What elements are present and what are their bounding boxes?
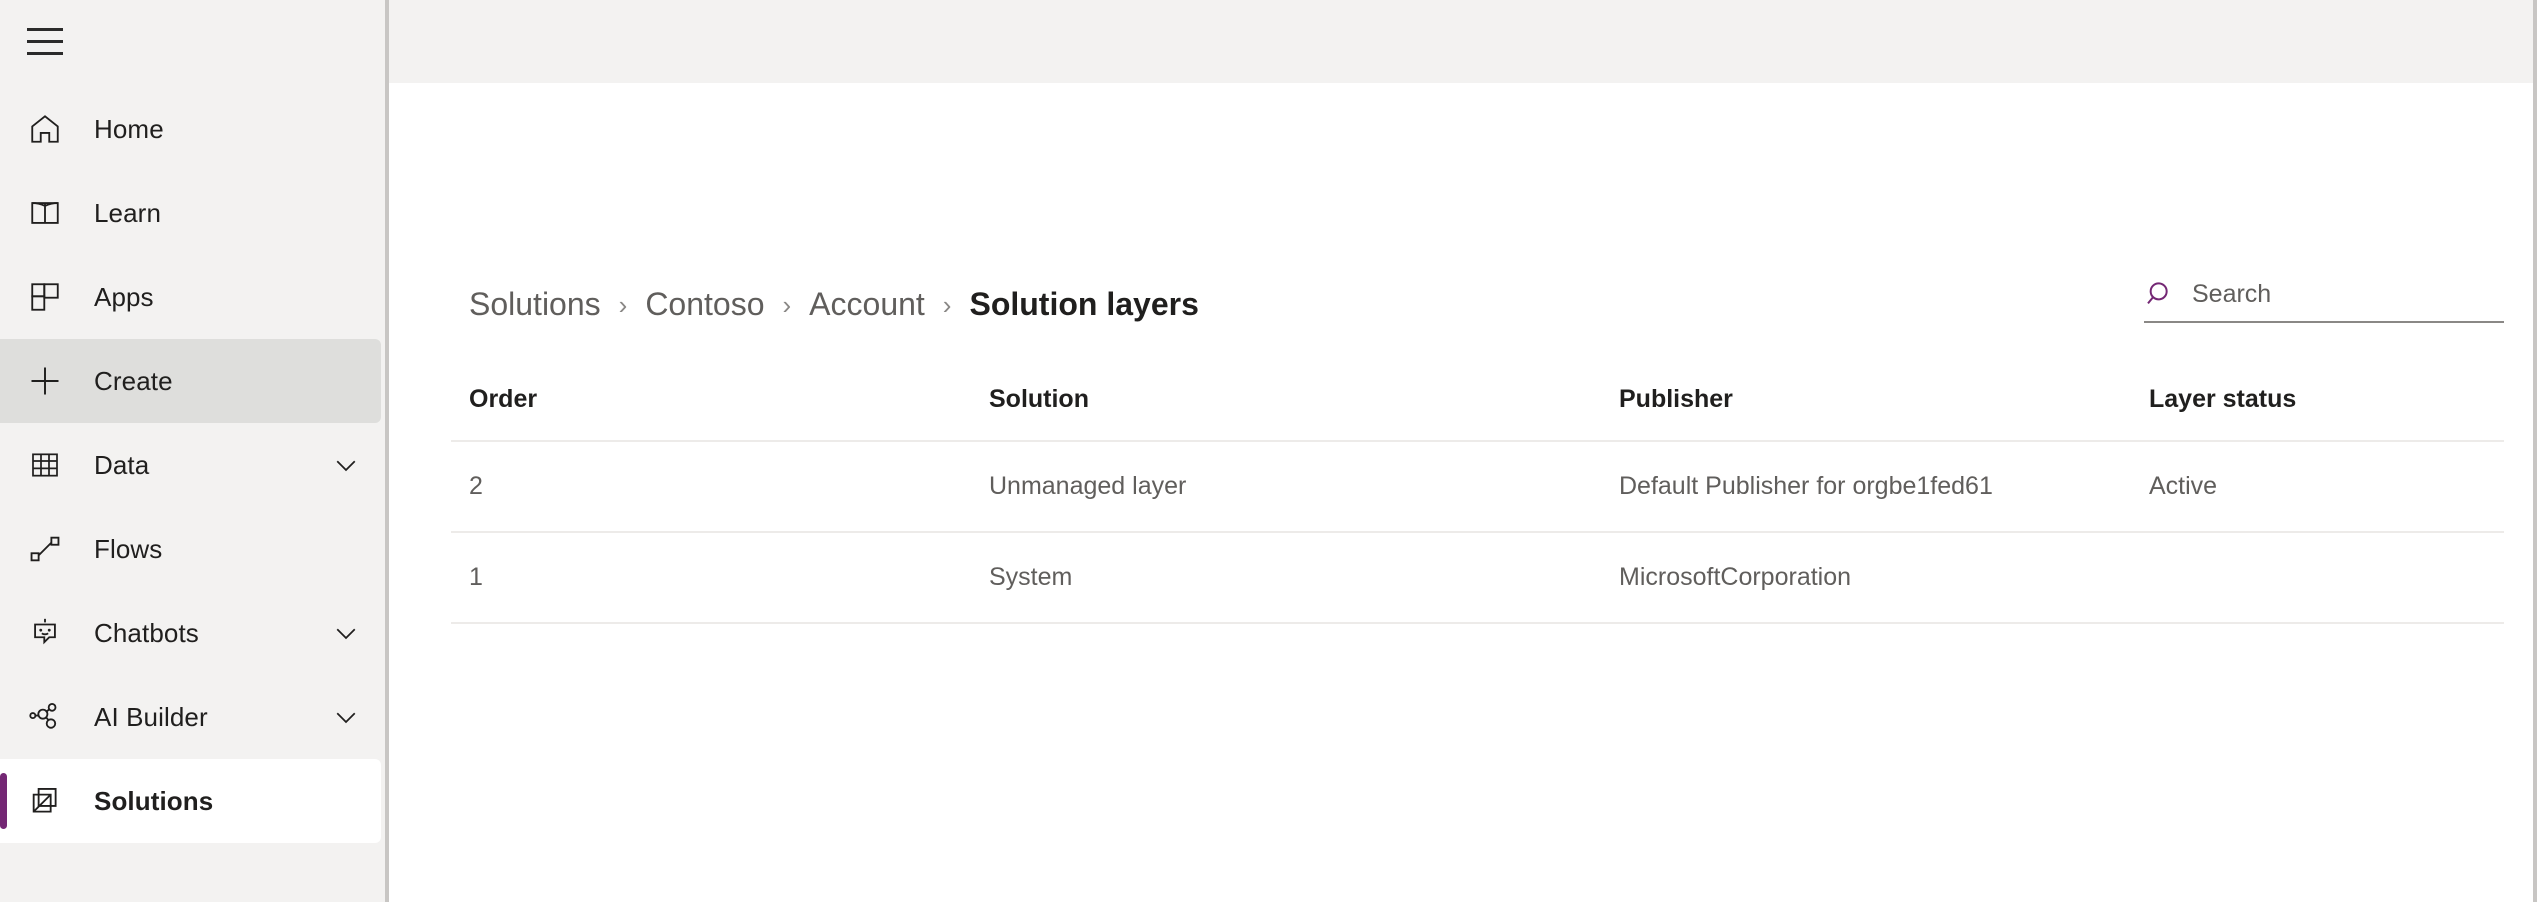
sidebar-item-label: AI Builder — [94, 702, 208, 733]
cell-solution: System — [971, 532, 1601, 623]
app-window: Home Learn — [0, 0, 2537, 902]
cell-order: 2 — [451, 441, 971, 532]
sidebar-item-label: Learn — [94, 198, 161, 229]
top-command-bar — [389, 0, 2533, 83]
table-row[interactable]: 2 Unmanaged layer Default Publisher for … — [451, 441, 2504, 532]
sidebar-item-label: Data — [94, 450, 149, 481]
sidebar-item-apps[interactable]: Apps — [0, 255, 385, 339]
sidebar-item-label: Home — [94, 114, 164, 145]
solutions-icon — [22, 778, 68, 824]
cell-order: 1 — [451, 532, 971, 623]
page-content: Solutions › Contoso › Account › Solution… — [389, 83, 2533, 902]
cell-layer-status — [2131, 532, 2504, 623]
breadcrumb-item-contoso[interactable]: Contoso — [645, 286, 764, 323]
sidebar-item-flows[interactable]: Flows — [0, 507, 385, 591]
sidebar-header — [0, 0, 385, 83]
column-header-publisher[interactable]: Publisher — [1601, 371, 2131, 441]
sidebar-item-label: Create — [94, 366, 173, 397]
hamburger-icon[interactable] — [22, 23, 68, 61]
sidebar-item-label: Solutions — [94, 786, 213, 817]
chevron-down-icon[interactable] — [329, 448, 363, 482]
sidebar-item-learn[interactable]: Learn — [0, 171, 385, 255]
sidebar-item-label: Flows — [94, 534, 162, 565]
solution-layers-table-wrap: Order Solution Publisher Layer status 2 … — [389, 371, 2533, 624]
column-header-layer-status[interactable]: Layer status — [2131, 371, 2504, 441]
page-header: Solutions › Contoso › Account › Solution… — [389, 263, 2533, 323]
sidebar-item-solutions[interactable]: Solutions — [0, 759, 381, 843]
chevron-down-icon[interactable] — [329, 616, 363, 650]
breadcrumb-item-solution-layers: Solution layers — [969, 286, 1198, 323]
breadcrumb-separator-icon: › — [601, 292, 646, 318]
robot-icon — [22, 610, 68, 656]
solution-layers-table: Order Solution Publisher Layer status 2 … — [451, 371, 2504, 624]
sidebar-item-ai-builder[interactable]: AI Builder — [0, 675, 385, 759]
table-header-row: Order Solution Publisher Layer status — [451, 371, 2504, 441]
sidebar-item-data[interactable]: Data — [0, 423, 385, 507]
breadcrumb-separator-icon: › — [765, 292, 810, 318]
search-input[interactable] — [2192, 280, 2504, 309]
sidebar-nav: Home Learn — [0, 83, 385, 843]
sidebar-item-home[interactable]: Home — [0, 87, 385, 171]
cell-solution: Unmanaged layer — [971, 441, 1601, 532]
search-box[interactable] — [2144, 277, 2504, 323]
breadcrumb-separator-icon: › — [925, 292, 970, 318]
sidebar-item-label: Apps — [94, 282, 154, 313]
apps-grid-icon — [22, 274, 68, 320]
cell-layer-status: Active — [2131, 441, 2504, 532]
sidebar-item-chatbots[interactable]: Chatbots — [0, 591, 385, 675]
column-header-solution[interactable]: Solution — [971, 371, 1601, 441]
sidebar: Home Learn — [0, 0, 389, 902]
breadcrumb: Solutions › Contoso › Account › Solution… — [469, 286, 1199, 323]
sidebar-item-label: Chatbots — [94, 618, 199, 649]
table-icon — [22, 442, 68, 488]
table-body: 2 Unmanaged layer Default Publisher for … — [451, 441, 2504, 623]
home-icon — [22, 106, 68, 152]
sidebar-item-create[interactable]: Create — [0, 339, 381, 423]
main-area: Solutions › Contoso › Account › Solution… — [389, 0, 2537, 902]
breadcrumb-item-solutions[interactable]: Solutions — [469, 286, 601, 323]
chevron-down-icon[interactable] — [329, 700, 363, 734]
breadcrumb-item-account[interactable]: Account — [809, 286, 925, 323]
book-icon — [22, 190, 68, 236]
ai-builder-icon — [22, 694, 68, 740]
plus-icon — [22, 358, 68, 404]
cell-publisher: Default Publisher for orgbe1fed61 — [1601, 441, 2131, 532]
search-icon — [2144, 278, 2176, 310]
cell-publisher: MicrosoftCorporation — [1601, 532, 2131, 623]
table-row[interactable]: 1 System MicrosoftCorporation — [451, 532, 2504, 623]
flow-icon — [22, 526, 68, 572]
column-header-order[interactable]: Order — [451, 371, 971, 441]
table-header: Order Solution Publisher Layer status — [451, 371, 2504, 441]
